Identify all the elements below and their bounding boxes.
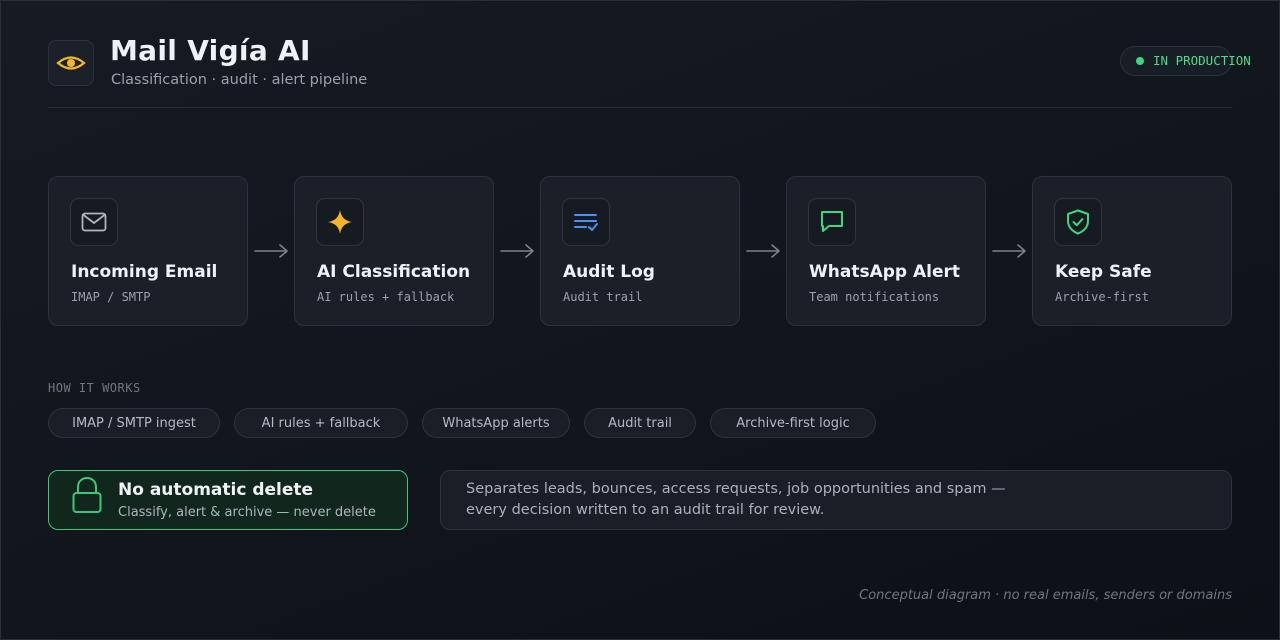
- list-check-icon: [574, 214, 598, 231]
- pipeline-step-ai-classification: AI Classification AI rules + fallback: [294, 176, 494, 326]
- pipeline-step-incoming-email: Incoming Email IMAP / SMTP: [48, 176, 248, 326]
- sparkle-icon: [328, 210, 352, 234]
- step-subtitle: Archive-first: [1055, 290, 1149, 304]
- status-label: IN PRODUCTION: [1153, 53, 1251, 68]
- step-subtitle: Team notifications: [809, 290, 940, 304]
- feature-chip: Audit trail: [584, 408, 696, 438]
- step-icon-box: [70, 198, 118, 246]
- arrow-icon: [992, 244, 1026, 258]
- feature-chip: AI rules + fallback: [234, 408, 408, 438]
- app-logo: [48, 40, 94, 86]
- footnote: Conceptual diagram · no real emails, sen…: [859, 588, 1232, 603]
- safety-title: No automatic delete: [118, 480, 314, 500]
- step-icon-box: [1054, 198, 1102, 246]
- lock-icon: [72, 476, 102, 513]
- pipeline-step-audit-log: Audit Log Audit trail: [540, 176, 740, 326]
- section-label: HOW IT WORKS: [48, 381, 141, 395]
- description-line: Separates leads, bounces, access request…: [466, 481, 1006, 497]
- page-subtitle: Classification · audit · alert pipeline: [111, 72, 368, 88]
- step-title: Incoming Email: [71, 262, 218, 282]
- arrow-icon: [500, 244, 534, 258]
- arrow-icon: [254, 244, 288, 258]
- page-title: Mail Vigía AI: [110, 34, 311, 67]
- description-callout: [440, 470, 1232, 530]
- eye-icon: [56, 56, 86, 70]
- step-subtitle: IMAP / SMTP: [71, 290, 151, 304]
- step-title: Audit Log: [563, 262, 655, 282]
- step-icon-box: [808, 198, 856, 246]
- safety-subtitle: Classify, alert & archive — never delete: [118, 505, 376, 520]
- shield-check-icon: [1067, 209, 1089, 235]
- header-divider: [48, 107, 1232, 108]
- step-title: Keep Safe: [1055, 262, 1152, 282]
- feature-chip: WhatsApp alerts: [422, 408, 570, 438]
- status-dot: [1136, 57, 1144, 65]
- step-title: WhatsApp Alert: [809, 262, 961, 282]
- step-icon-box: [562, 198, 610, 246]
- pipeline-step-keep-safe: Keep Safe Archive-first: [1032, 176, 1232, 326]
- feature-chip: IMAP / SMTP ingest: [48, 408, 220, 438]
- step-subtitle: AI rules + fallback: [317, 290, 455, 304]
- feature-chip: Archive-first logic: [710, 408, 876, 438]
- chat-bubble-icon: [821, 211, 843, 232]
- step-subtitle: Audit trail: [563, 290, 643, 304]
- description-line: every decision written to an audit trail…: [466, 502, 825, 518]
- arrow-icon: [746, 244, 780, 258]
- step-icon-box: [316, 198, 364, 246]
- pipeline-step-whatsapp-alert: WhatsApp Alert Team notifications: [786, 176, 986, 326]
- mail-icon: [81, 212, 107, 232]
- step-title: AI Classification: [317, 262, 471, 282]
